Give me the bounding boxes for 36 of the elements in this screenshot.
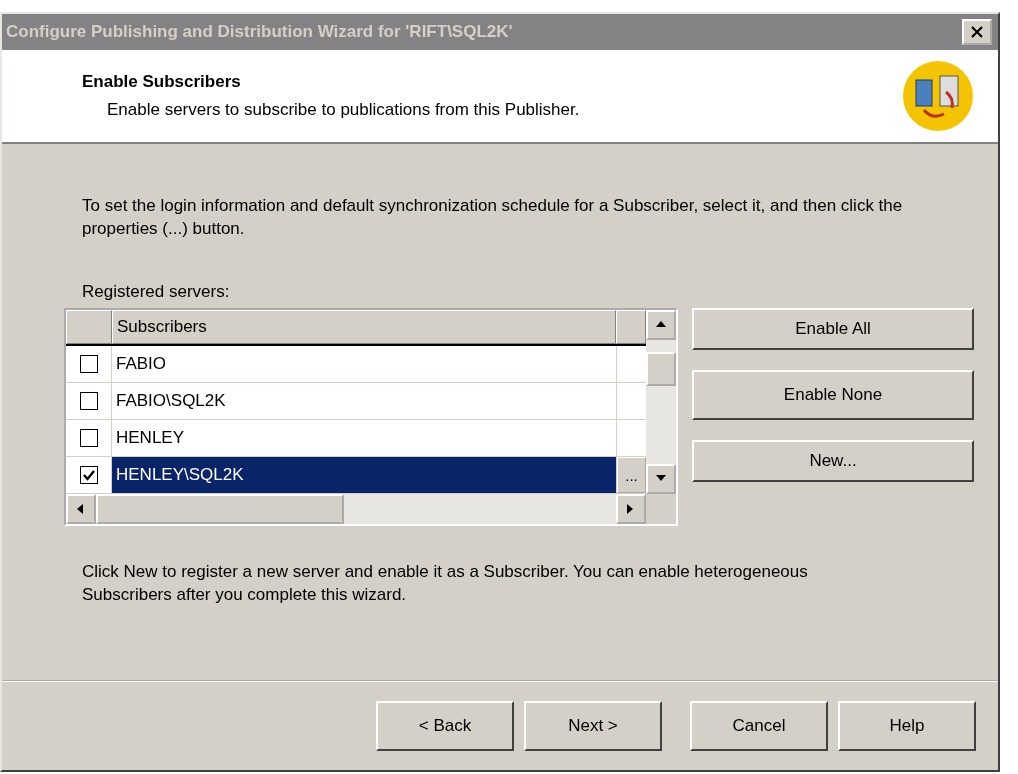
- instructions-text: To set the login information and default synchronization schedule for a Subscriber, select it, and then click the properties (...) button.: [82, 195, 904, 240]
- subscribers-grid[interactable]: Subscribers FABIO FABIO\SQL2K HENLEY HENLEY\SQL2K ...: [64, 308, 678, 526]
- vertical-scrollbar[interactable]: [646, 310, 676, 494]
- scroll-thumb[interactable]: [96, 494, 344, 524]
- checkbox[interactable]: [79, 392, 98, 410]
- column-header: [66, 310, 112, 344]
- servers-label: Registered servers:: [82, 282, 231, 302]
- checkbox[interactable]: [79, 429, 98, 447]
- column-header[interactable]: Subscribers: [112, 310, 616, 344]
- page-title: Enable Subscribers: [82, 72, 242, 92]
- scroll-up-button[interactable]: [646, 310, 676, 340]
- scroll-down-button[interactable]: [646, 464, 676, 494]
- scroll-right-button[interactable]: [616, 494, 646, 524]
- column-header: [616, 310, 646, 344]
- scrollbar-corner: [646, 494, 676, 524]
- action-button[interactable]: Enable None: [692, 370, 974, 420]
- nav-button[interactable]: Cancel: [690, 701, 828, 751]
- note-text: Click New to register a new server and enable it as a Subscriber. You can enable heterogeneous Subscribers after you complete this wizard.: [82, 561, 809, 606]
- action-button[interactable]: Enable All: [692, 308, 974, 350]
- horizontal-scrollbar[interactable]: [66, 494, 646, 524]
- nav-button[interactable]: Next >: [524, 701, 662, 751]
- window-title: Configure Publishing and Distribution Wizard for 'RIFT\SQL2K': [6, 22, 513, 42]
- properties-button[interactable]: ...: [617, 457, 646, 493]
- nav-button[interactable]: < Back: [376, 701, 514, 751]
- checkmark-icon: [82, 469, 95, 481]
- close-icon: [971, 26, 983, 38]
- close-button[interactable]: [962, 19, 992, 45]
- servers-icon: [902, 60, 974, 132]
- scroll-left-button[interactable]: [66, 494, 96, 524]
- checkbox[interactable]: [79, 466, 98, 484]
- scroll-thumb[interactable]: [646, 352, 676, 386]
- checkbox[interactable]: [79, 355, 98, 373]
- action-button[interactable]: New...: [692, 440, 974, 482]
- server-name-cell[interactable]: HENLEY\SQL2K: [112, 457, 616, 493]
- page-subtitle: Enable servers to subscribe to publications from this Publisher.: [106, 100, 580, 120]
- nav-button[interactable]: Help: [838, 701, 976, 751]
